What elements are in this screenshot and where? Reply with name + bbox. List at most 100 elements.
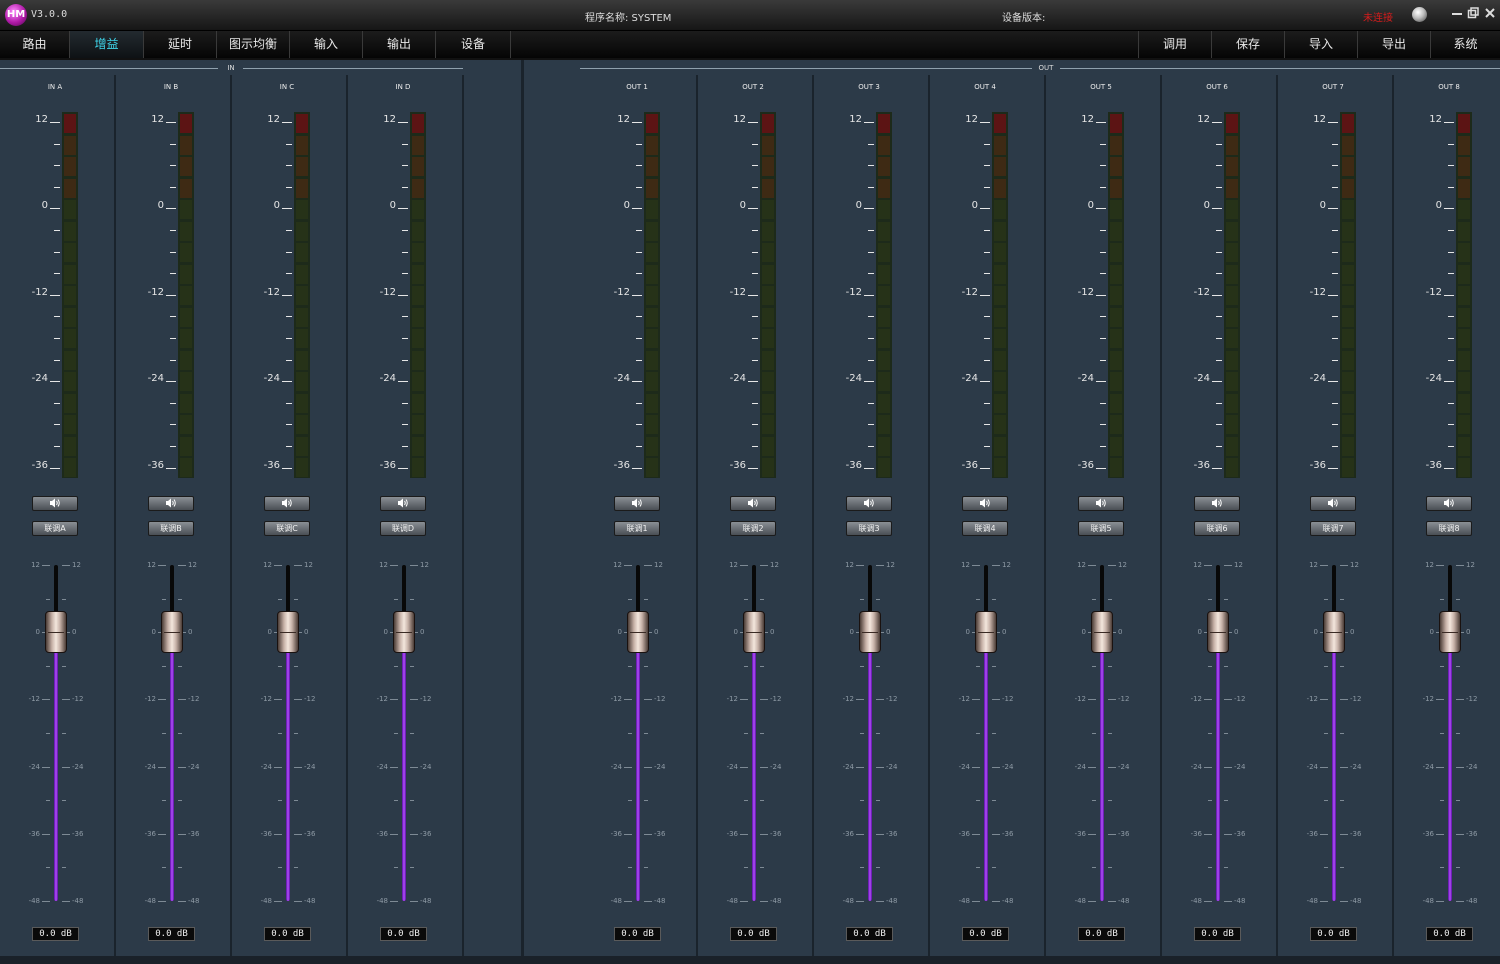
fader-tick bbox=[278, 867, 282, 869]
mute-button[interactable] bbox=[264, 496, 310, 511]
connection-indicator-icon[interactable] bbox=[1412, 7, 1427, 22]
fader-scale-label: -24 bbox=[1466, 762, 1478, 771]
meter-tick bbox=[54, 316, 60, 318]
gain-value-display[interactable]: 0.0 dB bbox=[380, 927, 427, 941]
link-button[interactable]: 联调C bbox=[264, 521, 310, 536]
fader-knob[interactable] bbox=[627, 611, 649, 654]
section-divider bbox=[521, 60, 524, 956]
mute-button[interactable] bbox=[32, 496, 78, 511]
mute-button[interactable] bbox=[148, 496, 194, 511]
meter-scale-label: 0 bbox=[623, 200, 630, 212]
fader-knob[interactable] bbox=[1323, 611, 1345, 654]
fader-scale-label: -36 bbox=[260, 829, 272, 838]
gain-value-display[interactable]: 0.0 dB bbox=[32, 927, 79, 941]
mute-button[interactable] bbox=[1310, 496, 1356, 511]
meter-tick bbox=[286, 338, 292, 339]
link-button[interactable]: 联调2 bbox=[730, 521, 776, 536]
link-button[interactable]: 联调4 bbox=[962, 521, 1008, 536]
gain-value-display[interactable]: 0.0 dB bbox=[1426, 927, 1473, 941]
link-button[interactable]: 联调8 bbox=[1426, 521, 1472, 536]
fader-knob[interactable] bbox=[859, 611, 881, 654]
fader-scale-label: -12 bbox=[654, 695, 666, 704]
gain-value-display[interactable]: 0.0 dB bbox=[1310, 927, 1357, 941]
mute-button[interactable] bbox=[380, 496, 426, 511]
fader-level-fill bbox=[1216, 632, 1220, 901]
link-button[interactable]: 联调3 bbox=[846, 521, 892, 536]
import-button[interactable]: 导入 bbox=[1284, 31, 1357, 58]
mute-button[interactable] bbox=[962, 496, 1008, 511]
fader-knob[interactable] bbox=[161, 611, 183, 654]
fader-knob[interactable] bbox=[1207, 611, 1229, 654]
meter-segment bbox=[1458, 178, 1470, 198]
fader-knob[interactable] bbox=[45, 611, 67, 654]
recall-button[interactable]: 调用 bbox=[1138, 31, 1211, 58]
gain-value-display[interactable]: 0.0 dB bbox=[1194, 927, 1241, 941]
mute-button[interactable] bbox=[846, 496, 892, 511]
tab-delay[interactable]: 延时 bbox=[144, 31, 217, 58]
tab-output[interactable]: 输出 bbox=[363, 31, 436, 58]
meter-tick bbox=[286, 424, 292, 426]
gain-value-display[interactable]: 0.0 dB bbox=[264, 927, 311, 941]
meter-segment bbox=[1226, 329, 1238, 348]
fader-scale-label: -48 bbox=[1466, 897, 1478, 905]
meter-tick bbox=[286, 165, 292, 167]
fader-knob[interactable] bbox=[743, 611, 765, 654]
gain-value-display[interactable]: 0.0 dB bbox=[846, 927, 893, 941]
fader-level-fill bbox=[636, 632, 640, 901]
fader-tick bbox=[860, 733, 864, 734]
gain-value-display[interactable]: 0.0 dB bbox=[614, 927, 661, 941]
fader-tick bbox=[876, 665, 880, 667]
fader-knob[interactable] bbox=[393, 611, 415, 654]
mute-button[interactable] bbox=[1078, 496, 1124, 511]
meter-tick bbox=[1096, 381, 1106, 383]
gain-value-display[interactable]: 0.0 dB bbox=[148, 927, 195, 941]
link-button[interactable]: 联调B bbox=[148, 521, 194, 536]
meter-segment bbox=[1110, 458, 1122, 477]
meter-tick bbox=[632, 381, 642, 383]
fader-tick bbox=[62, 833, 70, 835]
link-button[interactable]: 联调A bbox=[32, 521, 78, 536]
fader-knob[interactable] bbox=[1439, 611, 1461, 654]
fader-tick bbox=[644, 565, 652, 566]
meter-tick bbox=[1216, 424, 1222, 426]
tab-device[interactable]: 设备 bbox=[436, 31, 511, 58]
meter-segment bbox=[1226, 393, 1238, 413]
link-button[interactable]: 联调5 bbox=[1078, 521, 1124, 536]
fader-knob[interactable] bbox=[1091, 611, 1113, 654]
link-button[interactable]: 联调7 bbox=[1310, 521, 1356, 536]
channel-name: OUT 2 bbox=[742, 83, 764, 91]
system-button[interactable]: 系统 bbox=[1430, 31, 1500, 58]
fader-scale-label: -12 bbox=[1306, 695, 1318, 704]
mute-button[interactable] bbox=[614, 496, 660, 511]
fader-tick bbox=[62, 598, 66, 600]
fader-knob[interactable] bbox=[277, 611, 299, 654]
tab-gain[interactable]: 增益 bbox=[70, 31, 144, 58]
fader-scale-label: -48 bbox=[28, 897, 40, 905]
mute-button[interactable] bbox=[1426, 496, 1472, 511]
tab-routing[interactable]: 路由 bbox=[0, 31, 70, 58]
gain-value-display[interactable]: 0.0 dB bbox=[730, 927, 777, 941]
gain-value-display[interactable]: 0.0 dB bbox=[1078, 927, 1125, 941]
tab-input[interactable]: 输入 bbox=[290, 31, 363, 58]
mute-button[interactable] bbox=[730, 496, 776, 511]
level-meter bbox=[1108, 112, 1124, 478]
meter-tick bbox=[1216, 230, 1222, 231]
save-button[interactable]: 保存 bbox=[1211, 31, 1284, 58]
fader-tick bbox=[294, 867, 298, 869]
export-button[interactable]: 导出 bbox=[1357, 31, 1430, 58]
link-button[interactable]: 联调1 bbox=[614, 521, 660, 536]
maximize-button[interactable] bbox=[1467, 7, 1479, 19]
mute-button[interactable] bbox=[1194, 496, 1240, 511]
fader-tick bbox=[178, 733, 182, 734]
fader-knob[interactable] bbox=[975, 611, 997, 654]
close-button[interactable] bbox=[1484, 7, 1496, 19]
tab-graphic-eq[interactable]: 图示均衡 bbox=[217, 31, 290, 58]
link-button[interactable]: 联调D bbox=[380, 521, 426, 536]
minimize-button[interactable] bbox=[1451, 7, 1463, 19]
link-button[interactable]: 联调6 bbox=[1194, 521, 1240, 536]
meter-segment bbox=[1458, 372, 1470, 391]
fader-scale-label: -36 bbox=[1074, 829, 1086, 838]
gain-value-display[interactable]: 0.0 dB bbox=[962, 927, 1009, 941]
meter-tick bbox=[1100, 402, 1106, 404]
meter-tick bbox=[1328, 381, 1338, 383]
